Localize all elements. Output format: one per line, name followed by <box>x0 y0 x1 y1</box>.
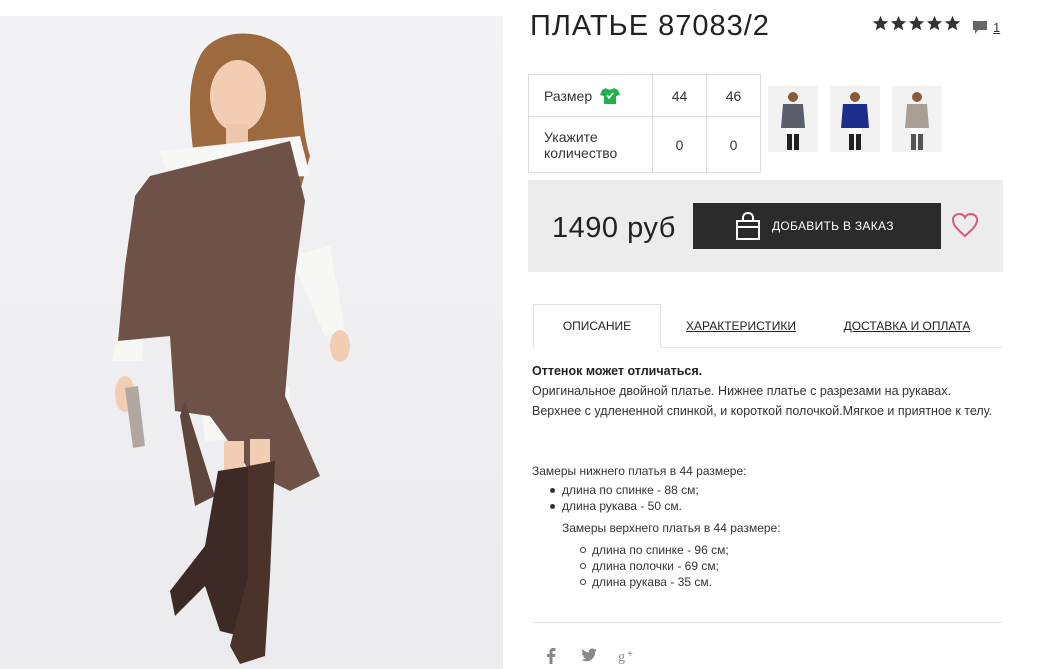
thumb-blue-dress[interactable] <box>830 86 880 152</box>
add-to-order-label: ДОБАВИТЬ В ЗАКАЗ <box>772 219 894 233</box>
divider <box>532 622 1002 623</box>
size-label: Размер <box>544 87 593 104</box>
comment-count[interactable]: 1 <box>993 20 1000 35</box>
quantity-input-46[interactable]: 0 <box>706 116 761 173</box>
svg-text:+: + <box>627 649 633 660</box>
star-icon[interactable] <box>944 15 961 32</box>
list-item: длина по спинке - 88 см; <box>550 482 1002 498</box>
upper-dress-title: Замеры верхнего платья в 44 размере: <box>562 521 781 535</box>
quantity-label-cell: Укажите количество <box>528 116 653 173</box>
description-text: Оттенок может отличаться. Оригинальное д… <box>532 361 1000 421</box>
twitter-icon[interactable] <box>581 648 597 662</box>
tab-delivery-payment[interactable]: ДОСТАВКА И ОПЛАТА <box>830 304 984 348</box>
measurements: Замеры нижнего платья в 44 размере: длин… <box>532 463 1002 590</box>
product-title: ПЛАТЬЕ 87083/2 <box>530 10 770 42</box>
thumb-beige-dress[interactable] <box>892 86 942 152</box>
buy-panel: 1490 руб ДОБАВИТЬ В ЗАКАЗ <box>528 180 1003 272</box>
list-item: длина полочки - 69 см; <box>580 558 1002 574</box>
product-price: 1490 руб <box>552 212 676 244</box>
heart-icon[interactable] <box>951 212 979 238</box>
comment-icon <box>973 21 987 34</box>
size-option-46[interactable]: 46 <box>706 74 761 117</box>
size-quantity-table: Размер 44 46 Укажите количество 0 0 <box>528 74 761 173</box>
add-to-order-button[interactable]: ДОБАВИТЬ В ЗАКАЗ <box>693 203 941 249</box>
quantity-input-44[interactable]: 0 <box>652 116 707 173</box>
list-item: длина по спинке - 96 см; <box>580 542 1002 558</box>
google-plus-icon[interactable]: g + <box>618 648 636 664</box>
shopping-bag-icon <box>736 212 760 240</box>
lower-dress-list: длина по спинке - 88 см; длина рукава - … <box>532 482 1002 514</box>
size-label-cell: Размер <box>528 74 653 117</box>
tab-characteristics[interactable]: ХАРАКТЕРИСТИКИ <box>668 304 814 348</box>
list-item: длина рукава - 35 см. <box>580 574 1002 590</box>
main-product-image[interactable] <box>0 16 503 669</box>
star-icon[interactable] <box>908 15 925 32</box>
quantity-label: Укажите количество <box>544 128 618 161</box>
list-item: длина рукава - 50 см. <box>550 498 1002 514</box>
description-body: Оригинальное двойной платье. Нижнее плат… <box>532 384 993 418</box>
facebook-icon[interactable] <box>545 648 557 664</box>
tab-description[interactable]: ОПИСАНИЕ <box>533 304 661 348</box>
rating-stars[interactable] <box>872 15 961 32</box>
star-icon[interactable] <box>926 15 943 32</box>
svg-text:g: g <box>618 650 625 664</box>
lower-dress-title: Замеры нижнего платья в 44 размере: <box>532 464 747 478</box>
upper-dress-list: длина по спинке - 96 см; длина полочки -… <box>532 542 1002 590</box>
star-icon[interactable] <box>890 15 907 32</box>
size-option-44[interactable]: 44 <box>652 74 707 117</box>
star-icon[interactable] <box>872 15 889 32</box>
comments-link[interactable]: 1 <box>972 20 1000 35</box>
shade-note: Оттенок может отличаться. <box>532 364 703 378</box>
thumb-grey-dress[interactable] <box>768 86 818 152</box>
size-chart-icon[interactable] <box>600 87 621 105</box>
